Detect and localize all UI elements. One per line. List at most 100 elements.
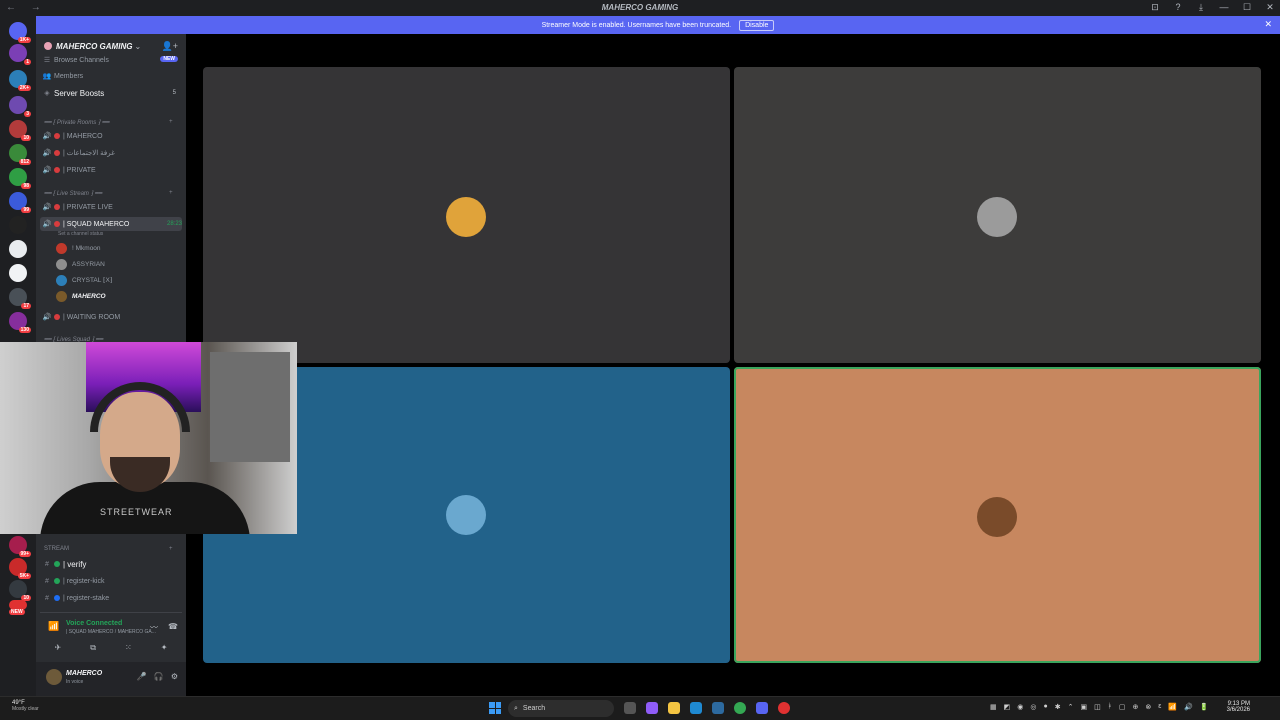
category-stream[interactable]: STREAM + (44, 546, 173, 552)
tray-icon[interactable]: ⌃ (1068, 703, 1074, 711)
weather-widget[interactable]: 49°F Mostly clear (12, 700, 39, 712)
maximize-icon[interactable]: ☐ (1241, 2, 1253, 13)
server-icon[interactable]: 10 (9, 120, 31, 141)
bluetooth-icon[interactable]: ᚼ (1108, 703, 1112, 711)
username[interactable]: MAHERCO (66, 670, 102, 677)
tray-icon[interactable]: ✱ (1055, 703, 1061, 711)
banner-close-icon[interactable]: ✕ (1264, 19, 1272, 30)
close-window-icon[interactable]: ✕ (1264, 2, 1276, 13)
channel-status-hint[interactable]: Set a channel status (58, 231, 103, 237)
server-icon[interactable]: 17 (9, 288, 31, 309)
disconnect-icon[interactable]: ☎ (168, 622, 178, 633)
tray-icon[interactable]: ▣ (1080, 703, 1087, 711)
edge-icon[interactable] (690, 702, 702, 714)
voice-member[interactable]: ! Mkmoon (56, 241, 101, 255)
soundboard-icon[interactable]: ✦ (161, 643, 168, 653)
store-icon[interactable] (712, 702, 724, 714)
members-link[interactable]: 👥 Members (40, 69, 182, 83)
server-icon[interactable]: 5K+ (9, 558, 31, 579)
server-icon[interactable]: 1 (9, 44, 31, 65)
server-icon[interactable]: 98 (9, 168, 31, 189)
add-channel-icon[interactable]: + (169, 546, 173, 552)
download-icon[interactable]: ⤓ (1195, 2, 1207, 13)
minimize-icon[interactable]: — (1218, 2, 1230, 13)
server-icon[interactable] (9, 240, 27, 258)
text-channel-register-stake[interactable]: # | register-stake (40, 591, 182, 605)
server-icon[interactable] (9, 216, 27, 234)
language-icon[interactable]: ε (1158, 703, 1161, 711)
voice-channel-meeting[interactable]: 🔊 | غرفة الاجتماعات (40, 146, 182, 160)
add-channel-icon[interactable]: + (169, 190, 173, 196)
tray-icon[interactable]: ▦ (990, 703, 997, 711)
windows-start-icon[interactable] (489, 702, 501, 714)
settings-icon[interactable]: ⚙ (171, 672, 178, 681)
signal-icon[interactable]: 📶 (48, 621, 59, 632)
voice-channel-waiting-room[interactable]: 🔊 | WAITING ROOM (40, 310, 182, 324)
category-live-stream[interactable]: ━━ ⁅ Live Stream ⁆ ━━ + (44, 190, 173, 197)
taskbar-clock[interactable]: 9:13 PM 3/6/2026 (1227, 701, 1250, 713)
server-icon[interactable]: 99 (9, 192, 31, 213)
text-channel-verify[interactable]: # | verify (40, 557, 182, 571)
tray-icon[interactable]: ⊕ (1133, 703, 1139, 711)
discord-taskbar-icon[interactable] (756, 702, 768, 714)
tray-icon[interactable]: ▢ (1119, 703, 1126, 711)
tray-icon[interactable]: ◉ (1017, 703, 1023, 711)
voice-member[interactable]: MAHERCO (56, 289, 106, 303)
server-icon[interactable]: 99+ (9, 536, 31, 557)
copilot-icon[interactable] (646, 702, 658, 714)
new-server-pill[interactable]: NEW (9, 600, 27, 615)
voice-channel-maherco[interactable]: 🔊 | MAHERCO (40, 129, 182, 143)
server-icon[interactable] (9, 264, 27, 282)
text-channel-register-kick[interactable]: # | register-kick (40, 574, 182, 588)
shelf (210, 352, 290, 462)
screen-share-icon[interactable]: ⧉ (90, 643, 96, 653)
category-private-rooms[interactable]: ━━ ⁅ Private Rooms ⁆ ━━ + (44, 119, 173, 126)
voice-channel-private[interactable]: 🔊 | PRIVATE (40, 163, 182, 177)
server-icon[interactable]: 2K+ (9, 70, 31, 91)
inbox-icon[interactable]: ⊡ (1149, 2, 1161, 13)
tray-icon[interactable]: ◫ (1094, 703, 1101, 711)
headset-icon[interactable]: 🎧 (154, 672, 164, 681)
direct-messages-icon[interactable]: 1K+ (9, 22, 31, 43)
chrome-icon[interactable] (734, 702, 746, 714)
participant-tile[interactable] (734, 367, 1261, 663)
voice-status-title[interactable]: Voice Connected (66, 620, 122, 627)
help-icon[interactable]: ? (1172, 2, 1184, 13)
add-channel-icon[interactable]: + (169, 119, 173, 125)
user-status: In voice (66, 679, 84, 685)
server-boosts-link[interactable]: ◈ Server Boosts (40, 86, 182, 100)
microphone-icon[interactable]: 🎤 (137, 672, 147, 681)
server-icon[interactable]: 130 (9, 312, 31, 333)
voice-member[interactable]: CRYSTAL ⁅X⁆ (56, 273, 112, 287)
file-explorer-icon[interactable] (668, 702, 680, 714)
voice-channel-path[interactable]: | SQUAD MAHERCO / MAHERCO GA... (66, 629, 156, 635)
invite-icon[interactable]: 👤+ (162, 41, 178, 52)
hash-icon: # (45, 594, 49, 602)
participant-tile[interactable] (203, 67, 730, 363)
new-pill: NEW (160, 56, 178, 62)
tray-icon[interactable]: ● (1043, 703, 1047, 711)
tray-icon[interactable]: ⊗ (1145, 703, 1151, 711)
voice-member[interactable]: ASSYRIAN (56, 257, 105, 271)
wifi-icon[interactable]: 📶 (1168, 703, 1177, 711)
disable-streamer-button[interactable]: Disable (739, 19, 775, 31)
avatar[interactable] (46, 669, 62, 685)
server-icon[interactable]: 3 (9, 96, 31, 117)
server-icon-small (44, 42, 52, 50)
task-view-icon[interactable] (624, 702, 636, 714)
volume-icon[interactable]: 🔊 (1184, 703, 1193, 711)
noise-suppression-icon[interactable]: 〰 (150, 622, 158, 633)
camera-off-icon[interactable]: ✈ (55, 643, 62, 653)
app-icon[interactable] (778, 702, 790, 714)
tray-icon[interactable]: ◎ (1030, 703, 1036, 711)
server-name: MAHERCO GAMING (56, 41, 133, 51)
participant-tile[interactable] (734, 67, 1261, 363)
activities-icon[interactable]: ⁙ (125, 643, 132, 653)
server-icon[interactable]: 812 (9, 144, 31, 165)
battery-icon[interactable]: 🔋 (1200, 703, 1209, 711)
taskbar-search[interactable]: ⌕ Search (508, 700, 614, 717)
voice-channel-private-live[interactable]: 🔊 | PRIVATE LIVE (40, 200, 182, 214)
tray-icon[interactable]: ◩ (1004, 703, 1011, 711)
server-icon[interactable]: 10 (9, 580, 31, 601)
voice-channel-squad-maherco[interactable]: 🔊 | SQUAD MAHERCO (40, 217, 182, 231)
